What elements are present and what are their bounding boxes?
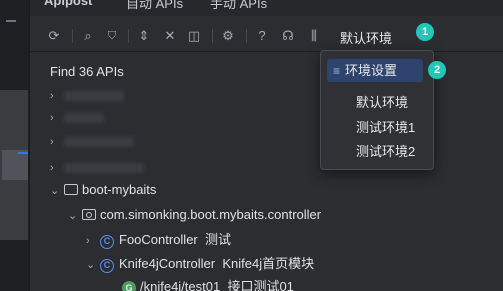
chevron-right-icon: › <box>50 136 54 148</box>
get-method-icon: G <box>122 281 136 291</box>
step-badge-1: 1 <box>416 23 434 41</box>
toolbar-separator <box>72 29 73 43</box>
environment-option[interactable]: 默认环境 <box>356 93 408 113</box>
sliders-icon[interactable]: ⫼ <box>306 28 322 44</box>
blurred-content <box>64 136 134 147</box>
search-icon[interactable]: ⌕ <box>80 28 96 44</box>
background-line <box>6 14 16 22</box>
background-selected-item <box>2 150 28 180</box>
package-icon <box>82 209 96 220</box>
environment-settings-item[interactable]: ≡ 环境设置 <box>327 59 423 82</box>
tree-row-blurred[interactable]: › <box>50 106 104 128</box>
class-name: FooController <box>119 232 198 247</box>
chevron-down-icon: ⌄ <box>86 259 96 271</box>
help-icon[interactable]: ? <box>254 28 270 44</box>
chevron-down-icon: ⌄ <box>50 185 60 197</box>
menu-icon: ≡ <box>333 64 341 78</box>
tab-auto-apis[interactable]: 自动 APIs <box>126 0 183 12</box>
app-name: Apipost <box>44 0 93 8</box>
chevron-right-icon: › <box>50 112 54 124</box>
toolbar-separator <box>128 29 129 43</box>
class-description: Knife4j首页模块 <box>222 256 315 271</box>
toolbar: ⟳ ⌕ ⛉ ⇕ ✕ ◫ ⚙ ? ☊ ⫼ 默认环境 1 <box>30 20 503 52</box>
environment-settings-label: 环境设置 <box>345 63 398 78</box>
filter-icon[interactable]: ⛉ <box>104 28 120 44</box>
toolbar-separator <box>246 29 247 43</box>
environment-option[interactable]: 测试环境2 <box>356 142 415 162</box>
tree-node-class[interactable]: › C FooController 测试 <box>86 229 231 251</box>
headset-icon[interactable]: ☊ <box>280 28 296 44</box>
class-icon: C <box>100 259 114 273</box>
tree-node-class[interactable]: ⌄ C Knife4jController Knife4j首页模块 <box>86 253 314 275</box>
chevron-right-icon: › <box>86 235 90 247</box>
split-icon[interactable]: ◫ <box>186 28 202 44</box>
tree-row-blurred[interactable]: › <box>50 156 144 178</box>
background-window-strip <box>0 0 30 291</box>
method-description: 接口测试01 <box>227 279 294 291</box>
class-name: Knife4jController <box>119 256 216 271</box>
tree-row-blurred[interactable]: › <box>50 84 124 106</box>
tree-node-package[interactable]: ⌄ com.simonking.boot.mybaits.controller <box>68 204 321 226</box>
chevron-down-icon: ⌄ <box>68 210 78 222</box>
class-description: 测试 <box>205 232 232 247</box>
chevron-right-icon: › <box>50 90 54 102</box>
project-name: boot-mybaits <box>82 182 157 197</box>
package-name: com.simonking.boot.mybaits.controller <box>100 207 322 222</box>
environment-option[interactable]: 测试环境1 <box>356 118 415 138</box>
settings-icon[interactable]: ⚙ <box>220 28 236 44</box>
apipost-panel: Apipost 自动 APIs 手动 APIs ⟳ ⌕ ⛉ ⇕ ✕ ◫ ⚙ ? … <box>30 0 503 291</box>
tool-window-header: Apipost 自动 APIs 手动 APIs <box>30 0 503 16</box>
refresh-icon[interactable]: ⟳ <box>46 28 62 44</box>
folder-icon <box>64 184 78 195</box>
blurred-content <box>64 90 124 101</box>
chevron-right-icon: › <box>50 162 54 174</box>
expand-icon[interactable]: ⇕ <box>136 28 152 44</box>
method-path: /knife4j/test01 <box>140 279 221 291</box>
find-count-label: Find 36 APIs <box>50 64 124 79</box>
environment-dropdown: ≡ 环境设置 默认环境 测试环境1 测试环境2 <box>320 50 434 170</box>
blurred-content <box>64 162 144 173</box>
environment-selector[interactable]: 默认环境 <box>340 28 392 47</box>
tab-manual-apis[interactable]: 手动 APIs <box>210 0 267 12</box>
tree-node-method[interactable]: G/knife4j/test01 接口测试01 <box>122 276 294 291</box>
blurred-content <box>64 112 104 123</box>
toolbar-separator <box>212 29 213 43</box>
background-accent <box>18 152 28 154</box>
class-icon: C <box>100 235 114 249</box>
tree-row-blurred[interactable]: › <box>50 130 134 152</box>
tree-node-project[interactable]: ⌄ boot-mybaits <box>50 179 156 201</box>
step-badge-2: 2 <box>428 61 446 79</box>
collapse-icon[interactable]: ✕ <box>162 28 178 44</box>
